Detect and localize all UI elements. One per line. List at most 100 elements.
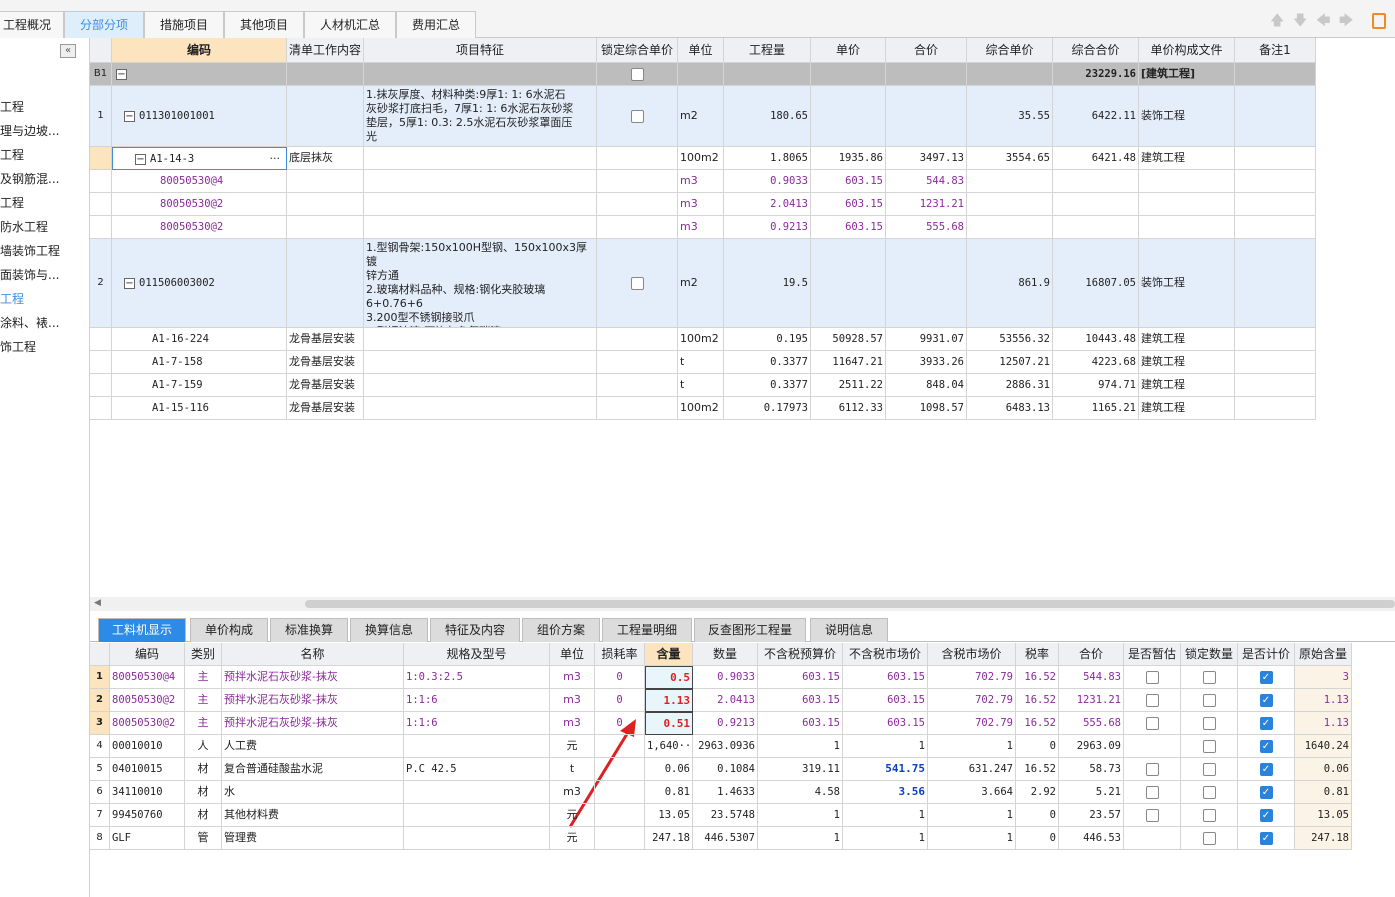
left-tree-item[interactable]: 涂料、裱... (0, 314, 89, 331)
bottom-header-cat[interactable]: 类别 (185, 643, 222, 666)
checkbox[interactable] (1145, 716, 1159, 730)
left-tree-item[interactable]: 理与边坡... (0, 122, 89, 139)
bottom-cell-est[interactable] (1124, 781, 1181, 804)
main-cell-code[interactable]: − (112, 63, 287, 86)
bottom-cell-est[interactable] (1124, 689, 1181, 712)
bottom-cell-market[interactable]: 1 (843, 804, 928, 827)
bottom-header-spec[interactable]: 规格及型号 (404, 643, 550, 666)
main-cell-code[interactable]: A1-15-116 (112, 397, 287, 420)
bottom-header-orig[interactable]: 原始含量 (1295, 643, 1352, 666)
bottom-cell-lock[interactable] (1181, 689, 1238, 712)
checkbox[interactable] (1145, 785, 1159, 799)
main-cell-code[interactable]: A1-7-159 (112, 374, 287, 397)
main-cell-code[interactable]: 80050530@2 (112, 216, 287, 239)
move-left-icon[interactable]: 🡄 (1316, 14, 1330, 28)
bottom-cell-content[interactable]: 1.13 (645, 689, 693, 712)
tree-collapse-icon[interactable]: − (124, 110, 135, 122)
move-right-icon[interactable]: 🡆 (1339, 14, 1353, 28)
main-cell-qty[interactable]: 0.3377 (724, 374, 811, 397)
main-cell-feature[interactable] (364, 63, 597, 86)
lock-price-checkbox[interactable] (630, 67, 644, 81)
main-cell-qty[interactable]: 19.5 (724, 239, 811, 328)
bottom-cell-content[interactable]: 0.81 (645, 781, 693, 804)
main-cell-code[interactable]: −011506003002 (112, 239, 287, 328)
checkbox[interactable] (1202, 785, 1216, 799)
bottom-cell-market[interactable]: 603.15 (843, 689, 928, 712)
main-header-file[interactable]: 单价构成文件 (1139, 38, 1235, 63)
bottom-cell-content[interactable]: 1,640··· (645, 735, 693, 758)
bottom-cell-orig[interactable]: 247.18 (1295, 827, 1352, 850)
bottom-cell-qty[interactable]: 446.5307 (693, 827, 758, 850)
bottom-cell-content[interactable]: 0.51 (645, 712, 693, 735)
bottom-cell-orig[interactable]: 13.05 (1295, 804, 1352, 827)
bottom-header-est[interactable]: 是否暂估 (1124, 643, 1181, 666)
main-cell-lock[interactable] (597, 170, 678, 193)
bottom-cell-price[interactable]: ✓ (1238, 781, 1295, 804)
bottom-cell-market[interactable]: 1 (843, 735, 928, 758)
lock-price-checkbox[interactable] (630, 276, 644, 290)
main-cell-qty[interactable]: 0.17973 (724, 397, 811, 420)
checkbox[interactable] (1202, 716, 1216, 730)
bottom-cell-market[interactable]: 1 (843, 827, 928, 850)
bottom-header-name[interactable]: 名称 (222, 643, 404, 666)
bottom-cell-est[interactable] (1124, 666, 1181, 689)
bottom-header-rate[interactable]: 税率 (1016, 643, 1059, 666)
bottom-cell-orig[interactable]: 1640.24 (1295, 735, 1352, 758)
checkbox[interactable] (1202, 808, 1216, 822)
main-header-comp_price[interactable]: 综合单价 (967, 38, 1053, 63)
main-cell-lock[interactable] (597, 328, 678, 351)
bottom-header-total[interactable]: 合价 (1059, 643, 1124, 666)
main-cell-feature[interactable] (364, 397, 597, 420)
bottom-cell-price[interactable]: ✓ (1238, 712, 1295, 735)
bottom-cell-price[interactable]: ✓ (1238, 758, 1295, 781)
bottom-cell-qty[interactable]: 0.9213 (693, 712, 758, 735)
main-cell-feature[interactable] (364, 328, 597, 351)
main-cell-code[interactable]: A1-16-224 (112, 328, 287, 351)
bottom-cell-qty[interactable]: 2963.0936 (693, 735, 758, 758)
checkbox-checked[interactable]: ✓ (1259, 739, 1273, 753)
bottom-header-qty[interactable]: 数量 (693, 643, 758, 666)
bottom-cell-est[interactable] (1124, 758, 1181, 781)
more-options-icon[interactable]: ··· (270, 148, 281, 169)
left-tree-item[interactable]: 及钢筋混... (0, 170, 89, 187)
bottom-header-tax_market[interactable]: 含税市场价 (928, 643, 1016, 666)
bottom-cell-qty[interactable]: 1.4633 (693, 781, 758, 804)
bottom-cell-orig[interactable]: 0.81 (1295, 781, 1352, 804)
top-tab-1[interactable]: 分部分项 (64, 11, 144, 38)
main-header-comp_total[interactable]: 综合合价 (1053, 38, 1139, 63)
bottom-cell-qty[interactable]: 2.0413 (693, 689, 758, 712)
bottom-cell-price[interactable]: ✓ (1238, 735, 1295, 758)
main-cell-code[interactable]: −011301001001 (112, 86, 287, 147)
main-cell-feature[interactable] (364, 351, 597, 374)
main-cell-qty[interactable]: 0.9033 (724, 170, 811, 193)
bottom-header-code[interactable]: 编码 (110, 643, 185, 666)
main-cell-code[interactable]: − A1-14-3 ··· (112, 147, 287, 170)
main-cell-feature[interactable] (364, 216, 597, 239)
bottom-cell-est[interactable] (1124, 735, 1181, 758)
left-tree-item[interactable]: 墙装饰工程 (0, 242, 89, 259)
left-tree-item[interactable]: 工程 (0, 290, 89, 307)
main-cell-lock[interactable] (597, 86, 678, 147)
tree-collapse-icon[interactable]: − (135, 153, 146, 165)
scrollbar-thumb[interactable] (305, 600, 1395, 608)
checkbox[interactable] (1202, 831, 1216, 845)
main-cell-code[interactable]: A1-7-158 (112, 351, 287, 374)
lock-price-checkbox[interactable] (630, 109, 644, 123)
main-cell-qty[interactable] (724, 63, 811, 86)
tree-collapse-icon[interactable]: − (116, 68, 127, 80)
bottom-tab-1[interactable]: 单价构成 (190, 618, 268, 642)
bottom-cell-qty[interactable]: 23.5748 (693, 804, 758, 827)
main-header-feature[interactable]: 项目特征 (364, 38, 597, 63)
main-cell-feature[interactable]: 1.型钢骨架:150x100H型钢、150x100x3厚镀 锌方通 2.玻璃材料品种… (364, 239, 597, 328)
bottom-cell-qty[interactable]: 0.9033 (693, 666, 758, 689)
checkbox-checked[interactable]: ✓ (1259, 808, 1273, 822)
bottom-cell-est[interactable] (1124, 804, 1181, 827)
main-cell-work[interactable]: 底层抹灰 (287, 147, 364, 170)
top-tab-4[interactable]: 人材机汇总 (304, 11, 396, 38)
bottom-header-market[interactable]: 不含税市场价 (843, 643, 928, 666)
bottom-tab-4[interactable]: 特征及内容 (430, 618, 520, 642)
main-header-qty[interactable]: 工程量 (724, 38, 811, 63)
main-cell-work[interactable]: 龙骨基层安装 (287, 374, 364, 397)
main-cell-lock[interactable] (597, 351, 678, 374)
bottom-cell-orig[interactable]: 3 (1295, 666, 1352, 689)
